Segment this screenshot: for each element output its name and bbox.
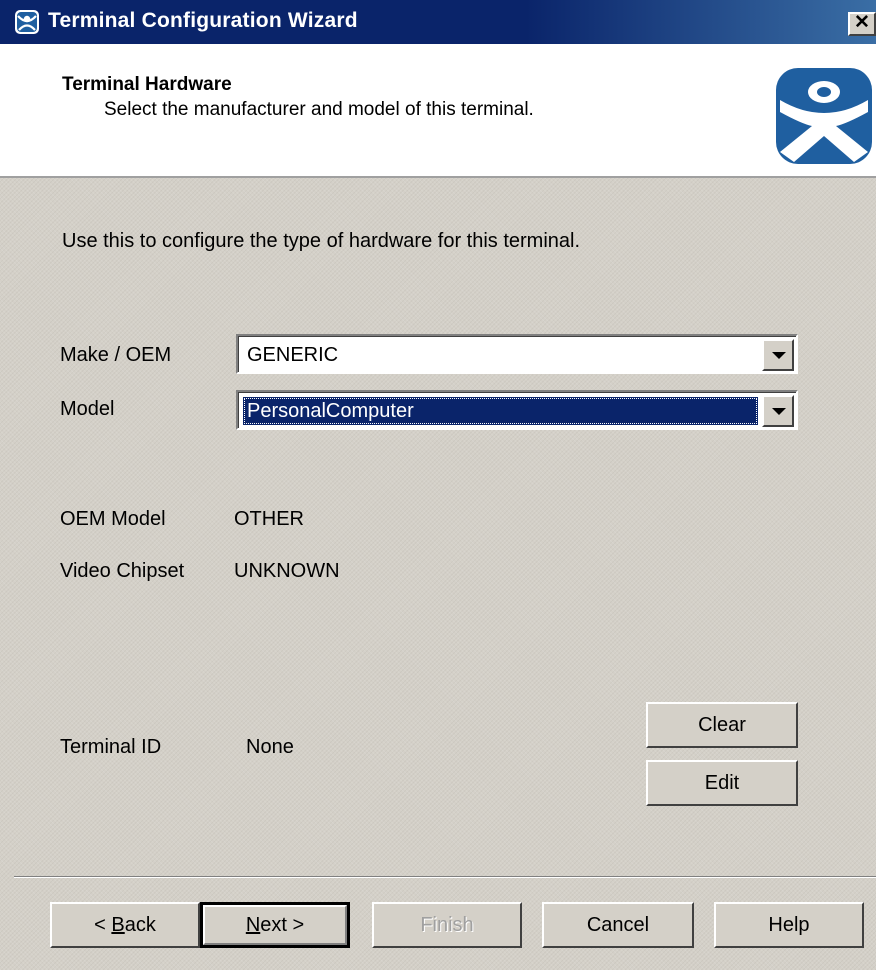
back-label-rest: ack [124,914,156,936]
edit-button[interactable]: Edit [646,760,798,806]
page-subtitle: Select the manufacturer and model of thi… [104,99,534,120]
cancel-button[interactable]: Cancel [542,902,694,948]
close-button[interactable]: ✕ [848,12,876,36]
make-oem-dropdown-inner: GENERIC [238,336,796,372]
person-logo-icon [776,68,872,164]
model-value: PersonalComputer [243,397,758,425]
next-mnemonic: N [245,914,261,936]
back-button[interactable]: < Back [50,902,200,948]
finish-button: Finish [372,902,522,948]
make-oem-value: GENERIC [247,344,339,366]
oem-model-label: OEM Model [60,508,166,530]
person-logo-icon [15,10,39,34]
video-chipset-value: UNKNOWN [234,560,340,582]
model-dropdown[interactable]: PersonalComputer [236,390,798,430]
make-oem-label: Make / OEM [60,344,172,366]
terminal-id-value: None [246,736,294,758]
help-button[interactable]: Help [714,902,864,948]
terminal-id-label: Terminal ID [60,736,162,758]
wizard-header: Terminal Hardware Select the manufacture… [0,44,876,178]
close-icon: ✕ [854,12,870,33]
description-text: Use this to configure the type of hardwa… [62,230,581,252]
back-mnemonic: B [111,914,125,936]
model-dropdown-inner: PersonalComputer [238,392,796,428]
footer-divider [14,876,876,878]
chevron-down-icon[interactable] [762,395,794,427]
oem-model-value: OTHER [234,508,304,530]
next-label-rest: ext > [260,914,305,936]
wizard-window: Terminal Configuration Wizard ✕ Terminal… [0,0,876,970]
video-chipset-label: Video Chipset [60,560,185,582]
page-title: Terminal Hardware [62,74,232,95]
make-oem-dropdown[interactable]: GENERIC [236,334,798,374]
window-title: Terminal Configuration Wizard [48,9,358,32]
clear-button[interactable]: Clear [646,702,798,748]
chevron-down-icon[interactable] [762,339,794,371]
model-label: Model [60,398,115,420]
title-bar: Terminal Configuration Wizard ✕ [0,0,876,44]
back-label-prefix: < [94,914,112,936]
next-button[interactable]: Next > [200,902,350,948]
